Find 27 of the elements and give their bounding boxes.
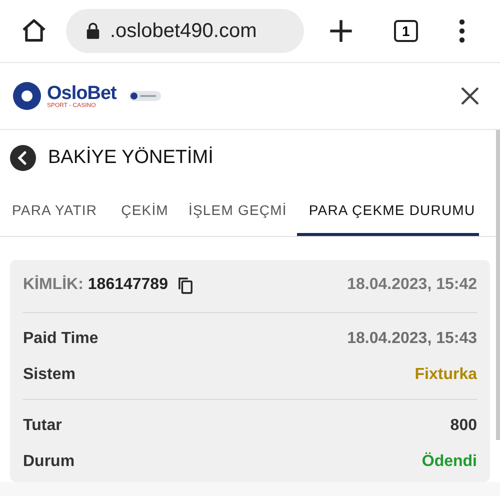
date-text: 18.04.2023, 15:42 (347, 276, 477, 294)
field-value: Fixturka (414, 366, 477, 384)
field-value: 18.04.2023, 15:43 (347, 330, 477, 348)
tab[interactable]: İŞLEM GEÇMİ (178, 184, 297, 236)
field-label: Tutar (23, 417, 63, 435)
lock-icon (86, 22, 100, 40)
copy-icon[interactable] (178, 276, 193, 294)
field-label: Durum (23, 453, 76, 471)
affiliate-badge-icon (129, 91, 162, 101)
field-label: Sistem (23, 366, 76, 384)
url-text: .oslobet490.com (110, 20, 257, 42)
back-icon[interactable] (10, 145, 36, 171)
address-bar[interactable]: .oslobet490.com (66, 9, 304, 53)
tab-count-button[interactable]: 1 (394, 20, 418, 42)
menu-icon[interactable] (458, 19, 466, 43)
id-value: 186147789 (88, 276, 168, 293)
plus-icon[interactable] (328, 18, 354, 44)
brand-name: OsloBet (47, 84, 116, 102)
close-icon[interactable] (460, 86, 480, 106)
page-title: BAKİYE YÖNETİMİ (48, 147, 214, 169)
tab[interactable]: PARA YATIR (0, 184, 112, 236)
logo-icon (12, 81, 42, 111)
id-label: KİMLİK: (23, 276, 84, 293)
field-label: Paid Time (23, 330, 100, 348)
field-value: Ödendi (422, 453, 477, 471)
tab[interactable]: ÇEKİM (111, 184, 178, 236)
field-value: 800 (450, 417, 477, 435)
